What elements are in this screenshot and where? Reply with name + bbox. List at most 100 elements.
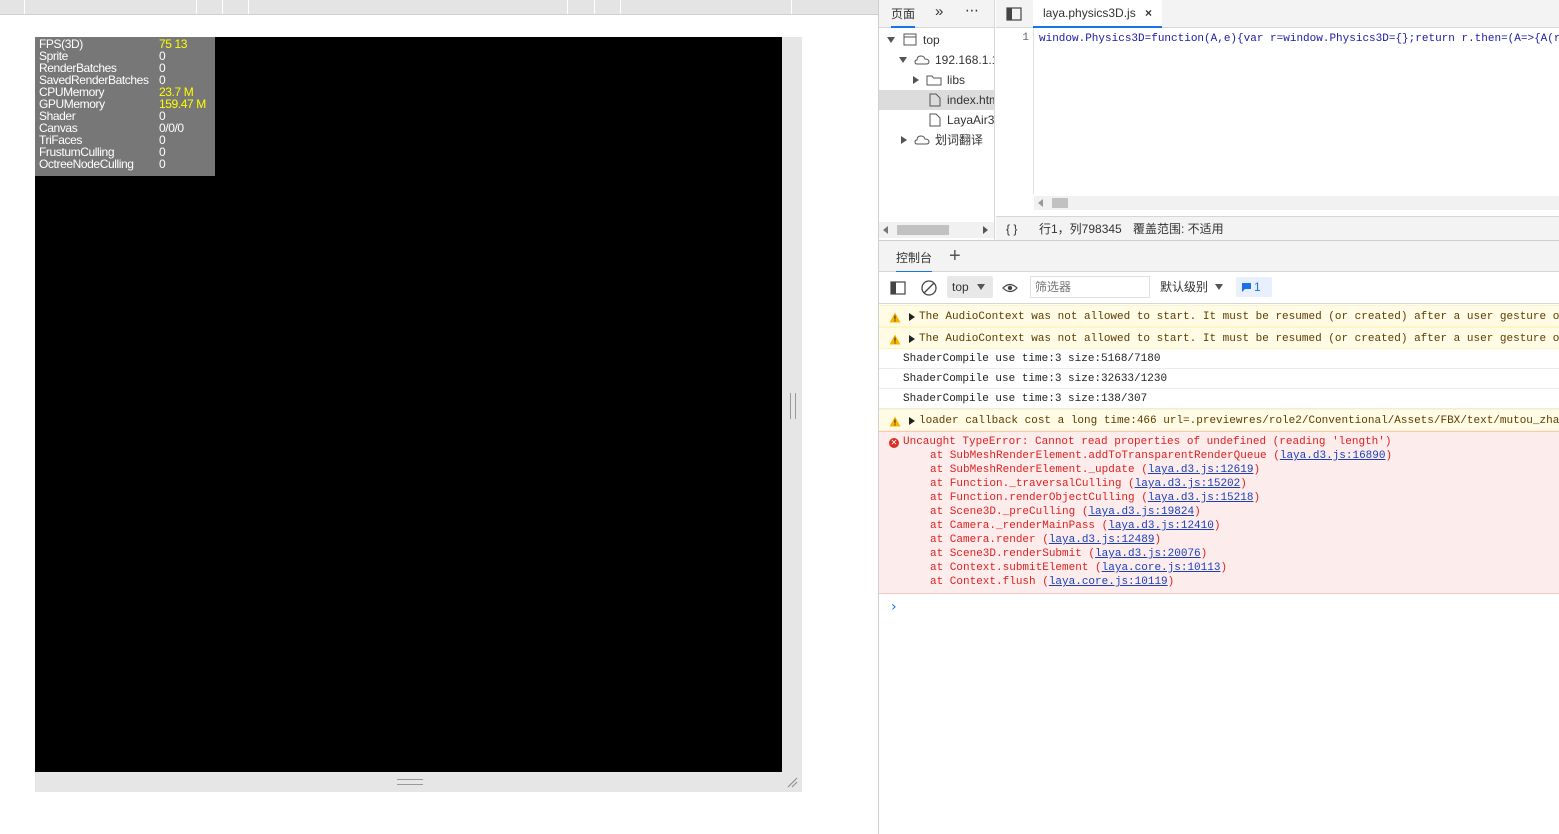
tree-item-index[interactable]: index.htm (879, 90, 994, 110)
stack-frame-text: at Context.flush ( (930, 576, 1049, 588)
expand-arrow-icon[interactable] (887, 37, 895, 43)
clear-console-icon[interactable] (921, 280, 937, 296)
source-link[interactable]: laya.d3.js:12410 (1108, 520, 1214, 532)
folder-icon (926, 75, 942, 86)
log-level-label: 默认级别 (1160, 280, 1209, 294)
live-expression-eye-icon[interactable] (1002, 281, 1018, 295)
drawer-tabs: 控制台 + (879, 240, 1559, 273)
context-select[interactable]: top (947, 276, 993, 298)
stack-frame-text: at Function._traversalCulling ( (930, 478, 1135, 490)
stack-frame-close-paren: ) (1167, 576, 1175, 588)
stack-frame-close-paren: ) (1220, 562, 1228, 574)
source-link[interactable]: laya.d3.js:20076 (1095, 548, 1201, 560)
scroll-left-icon[interactable] (1038, 199, 1043, 207)
warning-icon (889, 334, 901, 345)
error-icon: ✕ (889, 438, 899, 448)
expand-arrow-icon[interactable] (909, 313, 915, 321)
source-link[interactable]: laya.d3.js:15202 (1135, 478, 1241, 490)
scroll-thumb[interactable] (1052, 198, 1068, 208)
add-tab-icon[interactable]: + (949, 244, 961, 268)
tab-console[interactable]: 控制台 (896, 249, 933, 273)
log-level-select[interactable]: 默认级别 (1160, 276, 1223, 298)
stack-frame: at Camera._renderMainPass (laya.d3.js:12… (903, 519, 1559, 533)
stack-frame: at Scene3D._preCulling (laya.d3.js:19824… (903, 505, 1559, 519)
pretty-print-button[interactable]: { } (1006, 217, 1017, 241)
source-link[interactable]: laya.d3.js:16890 (1280, 450, 1386, 462)
navigator-hscrollbar[interactable] (879, 222, 994, 238)
coverage-status: 覆盖范围: 不适用 (1133, 222, 1224, 236)
top-ruler (0, 0, 878, 15)
tab-page[interactable]: 页面 (891, 5, 916, 28)
log-text: ShaderCompile use time:3 size:32633/1230 (903, 373, 1168, 385)
console-warning[interactable]: The AudioContext was not allowed to star… (879, 327, 1559, 349)
show-sidebar-icon[interactable] (890, 281, 906, 295)
console-log-line[interactable]: ShaderCompile use time:3 size:138/307 (879, 389, 1559, 409)
console-toolbar: top 默认级别 1 (879, 272, 1559, 304)
toggle-navigator-icon[interactable] (1006, 7, 1022, 21)
scroll-right-icon[interactable] (983, 226, 988, 234)
stack-frame-text: at SubMeshRenderElement.addToTransparent… (930, 450, 1280, 462)
horizontal-resize-handle[interactable] (397, 779, 423, 785)
stack-frame-close-paren: ) (1154, 534, 1162, 546)
tree-item-top[interactable]: top (879, 30, 994, 50)
stack-frame-close-paren: ) (1385, 450, 1393, 462)
console-log-line[interactable]: ShaderCompile use time:3 size:5168/7180 (879, 349, 1559, 369)
tree-item-translate[interactable]: 划词翻译 (879, 130, 994, 150)
source-link[interactable]: laya.core.js:10113 (1102, 562, 1221, 574)
console-warning[interactable]: loader callback cost a long time:466 url… (879, 409, 1559, 431)
source-link[interactable]: laya.core.js:10119 (1049, 576, 1168, 588)
stack-frame: at Context.submitElement (laya.core.js:1… (903, 561, 1559, 575)
navigator-tabs: 页面 » ⋯ (879, 0, 994, 28)
filter-input[interactable] (1030, 276, 1150, 298)
more-tabs-icon[interactable]: » (935, 3, 943, 20)
tree-label-translate: 划词翻译 (935, 133, 984, 147)
code-area[interactable]: 1 window.Physics3D=function(A,e){var r=w… (996, 28, 1559, 194)
line-gutter: 1 (996, 28, 1034, 194)
scroll-thumb[interactable] (897, 225, 949, 235)
source-link[interactable]: laya.d3.js:19824 (1088, 506, 1194, 518)
frame-icon (903, 33, 917, 46)
game-canvas[interactable]: FPS(3D) 75 13 Sprite 0 RenderBatches 0 SavedRe… (35, 37, 782, 772)
corner-resize-grip-icon[interactable] (786, 776, 798, 788)
stack-frame-close-paren: ) (1240, 478, 1247, 490)
stack-frame-text: at Context.submitElement ( (930, 562, 1102, 574)
warning-text: The AudioContext was not allowed to star… (919, 333, 1559, 345)
source-link[interactable]: laya.d3.js:12489 (1049, 534, 1155, 546)
file-icon (929, 113, 941, 127)
collapse-arrow-icon[interactable] (913, 76, 919, 84)
editor-tabs: laya.physics3D.js × (996, 0, 1559, 28)
collapse-arrow-icon[interactable] (901, 136, 907, 144)
stack-frame-close-paren: ) (1253, 492, 1261, 504)
close-tab-icon[interactable]: × (1145, 6, 1152, 20)
stack-frame: at SubMeshRenderElement.addToTransparent… (903, 449, 1559, 463)
console-prompt-icon[interactable]: › (891, 599, 897, 615)
issues-badge[interactable]: 1 (1236, 277, 1272, 297)
stack-frame-text: at Camera.render ( (930, 534, 1049, 546)
console-error[interactable]: ✕ Uncaught TypeError: Cannot read proper… (879, 431, 1559, 594)
tree-item-host[interactable]: 192.168.1.1 (879, 50, 994, 70)
scroll-left-icon[interactable] (883, 226, 888, 234)
issues-count: 1 (1254, 280, 1261, 294)
vertical-resize-handle[interactable] (790, 393, 796, 419)
code-line[interactable]: window.Physics3D=function(A,e){var r=win… (1039, 32, 1559, 46)
expand-arrow-icon[interactable] (899, 57, 907, 63)
source-link[interactable]: laya.d3.js:12619 (1148, 464, 1254, 476)
expand-arrow-icon[interactable] (909, 335, 915, 343)
code-hscrollbar[interactable] (1034, 196, 1559, 210)
stack-frame: at Function.renderObjectCulling (laya.d3… (903, 491, 1559, 505)
console-warning[interactable]: The AudioContext was not allowed to star… (879, 305, 1559, 327)
stack-frame-text: at Camera._renderMainPass ( (930, 520, 1109, 532)
stats-panel: FPS(3D) 75 13 Sprite 0 RenderBatches 0 SavedRe… (35, 37, 215, 176)
tree-item-layaair3d[interactable]: LayaAir3D (879, 110, 994, 130)
file-tab-physics3d[interactable]: laya.physics3D.js × (1033, 0, 1163, 28)
tree-label-top: top (923, 33, 940, 47)
console-log-line[interactable]: ShaderCompile use time:3 size:32633/1230 (879, 369, 1559, 389)
file-icon (929, 93, 941, 107)
context-label: top (952, 280, 969, 294)
tree-item-libs[interactable]: libs (879, 70, 994, 90)
stat-name: OctreeNodeCulling (39, 157, 134, 171)
source-link[interactable]: laya.d3.js:15218 (1148, 492, 1254, 504)
file-navigator: 页面 » ⋯ top 192.168.1.1 libs index.htm La… (879, 0, 995, 240)
expand-arrow-icon[interactable] (909, 417, 915, 425)
more-options-icon[interactable]: ⋯ (965, 2, 979, 19)
